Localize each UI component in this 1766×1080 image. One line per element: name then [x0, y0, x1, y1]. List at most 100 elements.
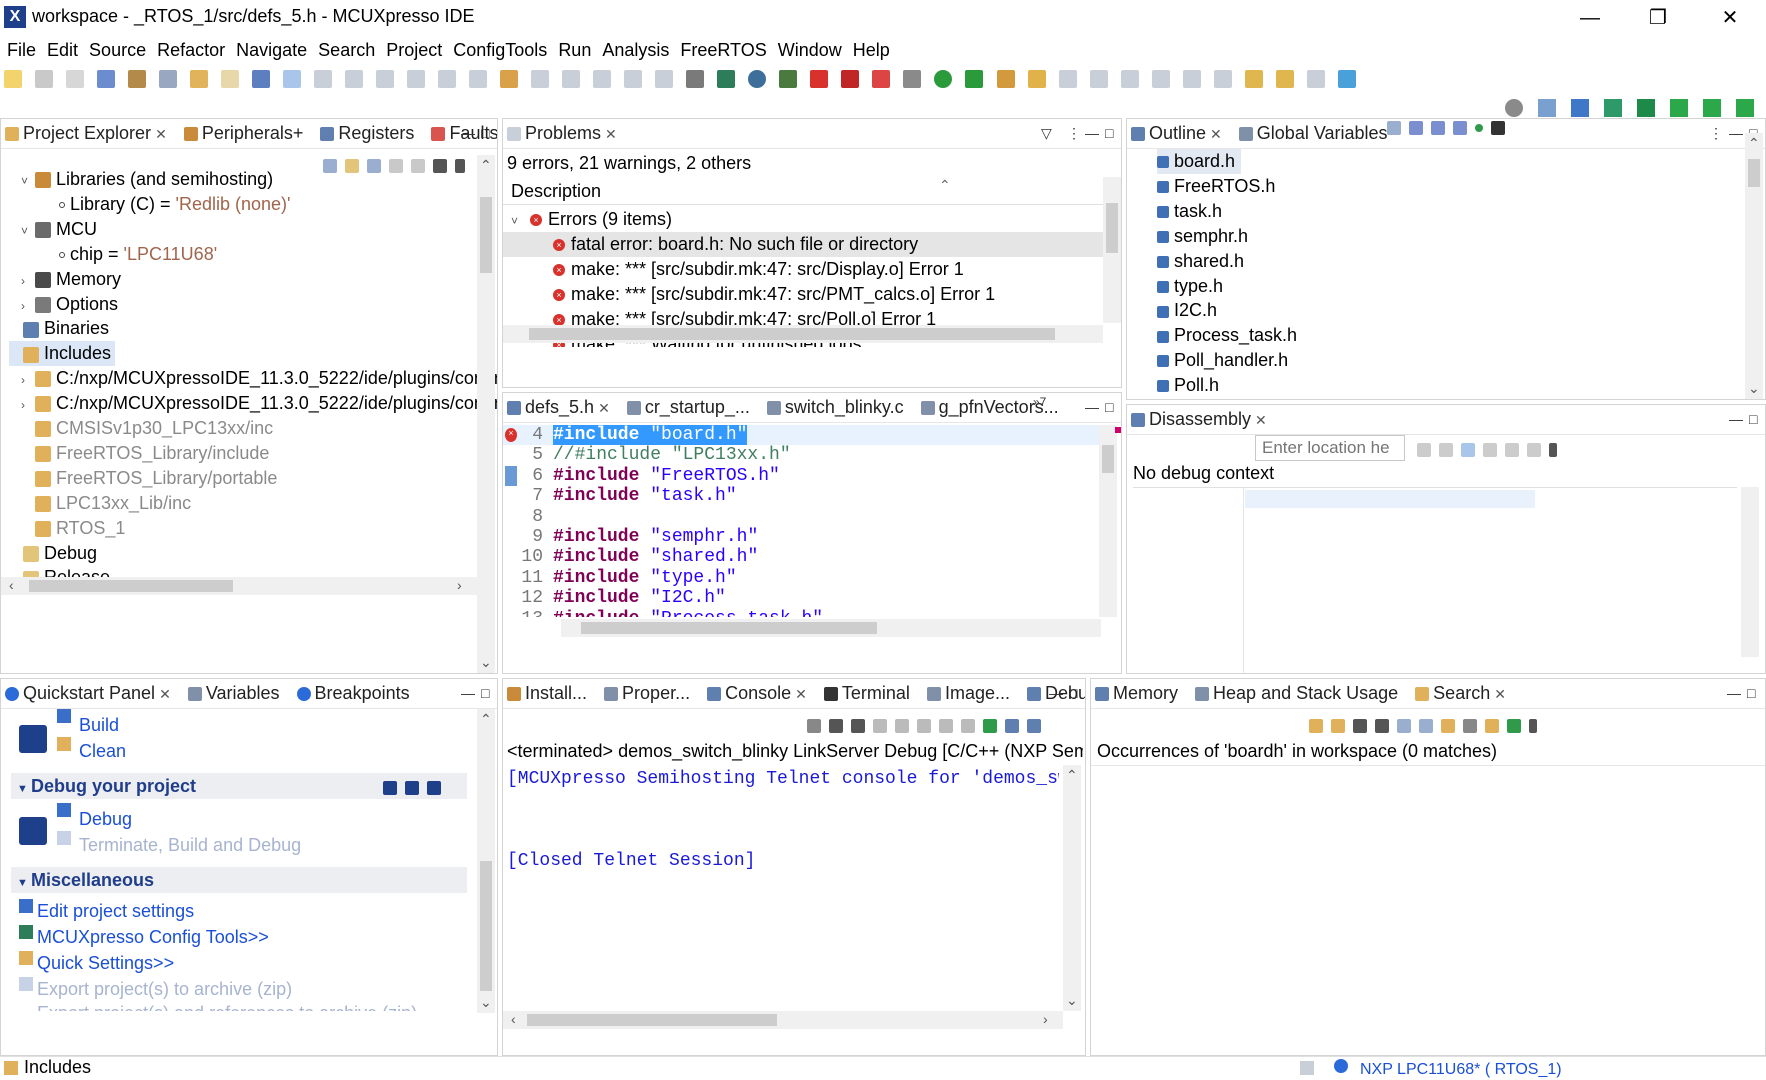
- debug-probe-icon[interactable]: [841, 70, 860, 88]
- remove-all-icon[interactable]: [851, 719, 865, 734]
- view-menu-icon[interactable]: [1529, 719, 1537, 734]
- flash-icon[interactable]: [686, 70, 705, 88]
- minimize-icon[interactable]: —: [1085, 399, 1099, 415]
- forward-icon[interactable]: [1306, 70, 1325, 88]
- outline-item[interactable]: Poll_handler.h: [1157, 348, 1288, 373]
- remove-all-matches-icon[interactable]: [1375, 719, 1389, 734]
- menu-project[interactable]: Project: [382, 36, 446, 64]
- tree-item[interactable]: FreeRTOS_Library/include: [21, 441, 269, 466]
- code-line[interactable]: 5//#include "LPC13xx.h": [503, 445, 1099, 465]
- step-over-icon[interactable]: [438, 70, 457, 88]
- quick-settings-link[interactable]: Quick Settings>>: [37, 953, 174, 974]
- expand-icon[interactable]: ˅: [21, 219, 35, 244]
- editor-hscroll[interactable]: [561, 619, 1101, 637]
- scroll-thumb[interactable]: [480, 861, 492, 991]
- quickstart-scrollbar[interactable]: ⌃ ⌄: [477, 709, 495, 1013]
- tab-disassembly[interactable]: Disassembly ✕: [1127, 405, 1275, 434]
- search-icon[interactable]: [1505, 99, 1523, 117]
- refresh-icon[interactable]: [1483, 443, 1497, 458]
- outline-item[interactable]: task.h: [1157, 199, 1222, 224]
- scroll-up-icon[interactable]: ⌃: [480, 711, 492, 728]
- mark-icon[interactable]: [1058, 70, 1077, 88]
- scroll-left-icon[interactable]: ‹: [511, 1011, 516, 1027]
- debug-perspective-icon[interactable]: [1604, 99, 1623, 117]
- code-line[interactable]: 8: [503, 507, 1099, 527]
- outline-item[interactable]: I2C.h: [1157, 298, 1217, 323]
- build-status-icon[interactable]: [1300, 1061, 1314, 1075]
- minimize-icon[interactable]: —: [1049, 685, 1063, 701]
- back-icon[interactable]: [1275, 70, 1294, 88]
- tab-properties[interactable]: Proper...: [600, 679, 698, 708]
- maximize-icon[interactable]: □: [481, 685, 489, 701]
- target-link[interactable]: NXP LPC11U68* ( RTOS_1): [1360, 1061, 1562, 1079]
- clean-link[interactable]: Clean: [79, 741, 126, 762]
- close-icon[interactable]: ✕: [795, 686, 807, 702]
- tab-breakpoints[interactable]: Breakpoints: [293, 679, 418, 708]
- hscroll-thumb[interactable]: [529, 328, 1055, 340]
- scroll-thumb[interactable]: [1102, 445, 1114, 473]
- tab-variables[interactable]: Variables: [184, 679, 288, 708]
- minimize-icon[interactable]: —: [461, 685, 475, 701]
- filter-icon[interactable]: ▽: [1041, 125, 1052, 142]
- view-menu-icon[interactable]: ⋮: [1067, 125, 1081, 142]
- display-console-icon[interactable]: [1005, 719, 1019, 734]
- pins-icon[interactable]: [1670, 99, 1689, 117]
- outline-item[interactable]: Poll.h: [1157, 373, 1219, 398]
- tree-item[interactable]: ˅ Libraries (and semihosting): [21, 167, 273, 192]
- open-perspective-icon[interactable]: [1538, 99, 1557, 117]
- suspend-icon[interactable]: [345, 70, 364, 88]
- tab-terminal[interactable]: Terminal: [820, 679, 918, 708]
- hide-nonpublic-icon[interactable]: [1475, 124, 1483, 133]
- step-into-icon[interactable]: [407, 70, 426, 88]
- last-edit-icon[interactable]: [1244, 70, 1263, 88]
- editor-scrollbar[interactable]: [1099, 425, 1117, 617]
- toggle-icon[interactable]: [1089, 70, 1108, 88]
- console-scrollbar[interactable]: ⌃ ⌄: [1063, 765, 1081, 1011]
- resume-icon[interactable]: [314, 70, 333, 88]
- save-icon[interactable]: [35, 70, 54, 88]
- pemicro-icon[interactable]: [405, 781, 419, 796]
- home-icon[interactable]: [1439, 443, 1453, 458]
- scroll-down-icon[interactable]: ⌄: [480, 994, 492, 1011]
- code-line[interactable]: 10 #include "shared.h": [503, 547, 1099, 567]
- code-line[interactable]: 12 #include "I2C.h": [503, 588, 1099, 608]
- probe-icon[interactable]: [748, 70, 767, 88]
- error-marker[interactable]: [1115, 427, 1121, 433]
- pin-icon[interactable]: [1527, 443, 1541, 458]
- restore-button[interactable]: ❐: [1628, 2, 1688, 34]
- next-annotation-icon[interactable]: [1182, 70, 1201, 88]
- menu-help[interactable]: Help: [849, 36, 894, 64]
- link-icon[interactable]: [1461, 443, 1475, 458]
- project-explorer-scrollbar[interactable]: ⌃ ⌄: [477, 155, 495, 673]
- close-icon[interactable]: ✕: [1255, 412, 1267, 428]
- terminate-debug-icon[interactable]: [872, 70, 891, 88]
- pin-console-icon[interactable]: [983, 719, 997, 734]
- scroll-lock-icon[interactable]: [895, 719, 909, 734]
- prev-annotation-icon[interactable]: [1213, 70, 1232, 88]
- code-line[interactable]: 11 #include "type.h": [503, 568, 1099, 588]
- problems-hscroll[interactable]: [503, 325, 1103, 343]
- scroll-thumb[interactable]: [1106, 203, 1118, 253]
- instruction-step-icon[interactable]: [500, 70, 519, 88]
- tab-installed[interactable]: Install...: [503, 679, 595, 708]
- expand-icon[interactable]: ›: [21, 294, 35, 319]
- debug-link[interactable]: Debug: [79, 809, 132, 830]
- redo-icon[interactable]: [221, 70, 240, 88]
- export-zip-link[interactable]: Export project(s) to archive (zip): [37, 979, 292, 1000]
- whitespace-icon[interactable]: [1151, 70, 1170, 88]
- scroll-down-icon[interactable]: ⌄: [1066, 992, 1078, 1009]
- show-stderr-icon[interactable]: [961, 719, 975, 734]
- code-line[interactable]: 6 #include "FreeRTOS.h": [503, 465, 1099, 486]
- export-refs-link[interactable]: Export project(s) and references to arch…: [37, 1003, 417, 1011]
- build-icon[interactable]: [128, 70, 147, 88]
- pin-editor-icon[interactable]: [1337, 70, 1356, 88]
- outline-item[interactable]: FreeRTOS.h: [1157, 174, 1275, 199]
- show-stdout-icon[interactable]: [939, 719, 953, 734]
- search-toolbar-icon[interactable]: [1027, 70, 1046, 88]
- tree-item[interactable]: ˅ MCU: [21, 217, 97, 242]
- minimize-icon[interactable]: —: [1729, 411, 1743, 427]
- tab-registers[interactable]: Registers: [316, 119, 422, 148]
- disassembly-scrollbar[interactable]: [1741, 487, 1759, 657]
- config-tools-icon[interactable]: [717, 70, 736, 88]
- menu-source[interactable]: Source: [85, 36, 150, 64]
